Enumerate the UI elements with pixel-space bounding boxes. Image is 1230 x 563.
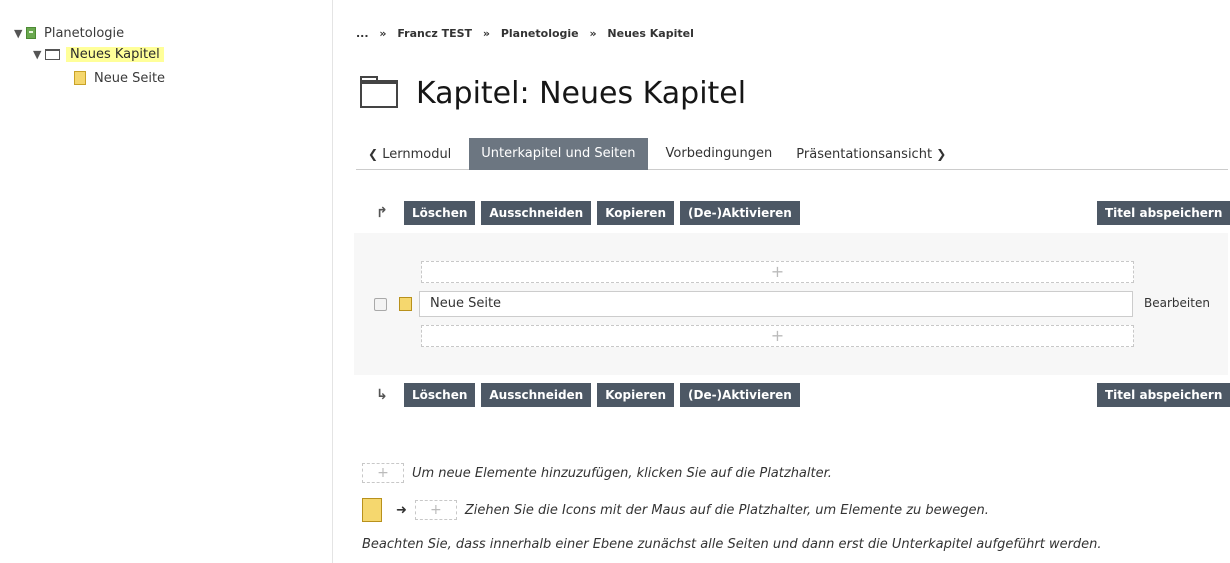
help-drag-hint: ➜ + Ziehen Sie die Icons mit der Maus au… (362, 498, 989, 522)
page-icon (74, 71, 86, 85)
tab-label: Präsentationsansicht (796, 147, 933, 162)
breadcrumb-item[interactable]: Planetologie (501, 27, 579, 40)
learning-module-icon (26, 27, 36, 39)
tab-label: Lernmodul (382, 147, 452, 162)
breadcrumb-separator: » (482, 27, 490, 40)
breadcrumb-ellipsis[interactable]: ... (356, 27, 369, 40)
tree-node-label[interactable]: Neues Kapitel (66, 46, 164, 62)
chevron-left-icon: ❮ (368, 147, 379, 161)
item-title-field[interactable]: Neue Seite (419, 291, 1133, 317)
tab-back-lernmodul[interactable]: ❮ Lernmodul (356, 138, 463, 170)
list-item: Neue Seite (374, 291, 1133, 317)
breadcrumb-item[interactable]: Francz TEST (397, 27, 472, 40)
help-order-hint: Beachten Sie, dass innerhalb einer Ebene… (362, 537, 1102, 552)
chapter-folder-icon (45, 48, 60, 60)
tree-node-chapter[interactable]: ▼ Neues Kapitel (33, 45, 164, 63)
tab-bar: ❮ Lernmodul Unterkapitel und Seiten Vorb… (356, 138, 1228, 170)
save-titles-button[interactable]: Titel abspeichern (1097, 383, 1230, 407)
arrow-up-right-icon: ↱ (376, 205, 388, 221)
arrow-right-icon: ➜ (396, 502, 407, 518)
help-add-hint: + Um neue Elemente hinzuzufügen, klicken… (362, 463, 832, 483)
breadcrumb-item[interactable]: Neues Kapitel (607, 27, 693, 40)
chevron-right-icon: ❯ (936, 147, 947, 161)
tree-node-label[interactable]: Neue Seite (94, 71, 165, 86)
tab-vorbedingungen[interactable]: Vorbedingungen (654, 138, 785, 170)
copy-button[interactable]: Kopieren (597, 383, 674, 407)
arrow-down-right-icon: ↳ (376, 387, 388, 403)
toolbar-bottom: ↳ Löschen Ausschneiden Kopieren (De-)Akt… (376, 383, 806, 407)
page-icon[interactable] (399, 297, 412, 311)
chapter-folder-icon (360, 75, 398, 108)
placeholder-sample: + (414, 500, 457, 520)
subitems-editor: + Neue Seite Bearbeiten + (354, 233, 1228, 375)
tree-node-page[interactable]: Neue Seite (74, 69, 165, 87)
help-text: Um neue Elemente hinzuzufügen, klicken S… (412, 465, 832, 481)
page-icon (362, 498, 382, 522)
delete-button[interactable]: Löschen (404, 201, 476, 225)
page-header: Kapitel: Neues Kapitel (360, 75, 747, 111)
insert-placeholder[interactable]: + (421, 261, 1134, 283)
toggle-activation-button[interactable]: (De-)Aktivieren (680, 201, 800, 225)
item-checkbox[interactable] (374, 297, 387, 311)
copy-button[interactable]: Kopieren (597, 201, 674, 225)
expand-triangle-icon[interactable]: ▼ (14, 27, 26, 40)
tab-unterkapitel-und-seiten[interactable]: Unterkapitel und Seiten (469, 138, 648, 170)
breadcrumb: ... » Francz TEST » Planetologie » Neues… (356, 27, 694, 40)
cut-button[interactable]: Ausschneiden (481, 383, 592, 407)
placeholder-sample: + (362, 463, 404, 483)
explorer-tree: ▼ Planetologie ▼ Neues Kapitel Neue Seit… (0, 0, 333, 563)
cut-button[interactable]: Ausschneiden (481, 201, 592, 225)
edit-link[interactable]: Bearbeiten (1144, 296, 1210, 310)
page-title: Kapitel: Neues Kapitel (416, 76, 747, 111)
toolbar-top: ↱ Löschen Ausschneiden Kopieren (De-)Akt… (376, 201, 806, 225)
tree-node-label[interactable]: Planetologie (44, 26, 124, 41)
toggle-activation-button[interactable]: (De-)Aktivieren (680, 383, 800, 407)
save-titles-button[interactable]: Titel abspeichern (1097, 201, 1230, 225)
expand-triangle-icon[interactable]: ▼ (33, 48, 45, 61)
breadcrumb-separator: » (379, 27, 387, 40)
help-text: Ziehen Sie die Icons mit der Maus auf di… (464, 502, 989, 518)
delete-button[interactable]: Löschen (404, 383, 476, 407)
insert-placeholder[interactable]: + (421, 325, 1134, 347)
breadcrumb-separator: » (589, 27, 597, 40)
tree-node-root[interactable]: ▼ Planetologie (14, 24, 124, 42)
tab-praesentationsansicht[interactable]: Präsentationsansicht ❯ (784, 138, 958, 170)
